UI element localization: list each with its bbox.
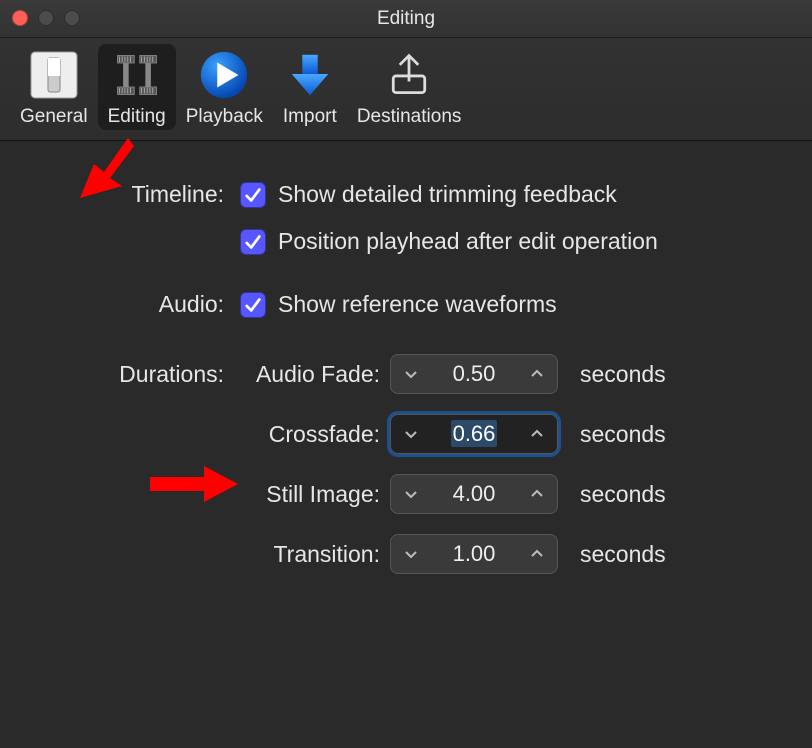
- stepper-increment[interactable]: [517, 535, 557, 573]
- titlebar: Editing: [0, 0, 812, 38]
- checkbox-position-playhead[interactable]: [240, 229, 266, 255]
- tab-destinations[interactable]: Destinations: [347, 44, 472, 130]
- tab-label: Destinations: [357, 106, 462, 128]
- duration-still-image-row: Still Image: 4.00 seconds: [30, 474, 782, 514]
- transition-label: Transition:: [240, 541, 390, 568]
- crossfade-label: Crossfade:: [240, 421, 390, 448]
- audio-label: Audio:: [30, 291, 240, 318]
- tab-editing[interactable]: Editing: [98, 44, 176, 130]
- import-icon: [283, 48, 337, 102]
- stepper-value[interactable]: 4.00: [431, 481, 517, 507]
- editing-icon: [110, 48, 164, 102]
- stepper-decrement[interactable]: [391, 355, 431, 393]
- tab-label: Editing: [108, 106, 166, 128]
- still-image-stepper[interactable]: 4.00: [390, 474, 558, 514]
- tab-playback[interactable]: Playback: [176, 44, 273, 130]
- destinations-icon: [382, 48, 436, 102]
- unit-label: seconds: [580, 481, 666, 508]
- stepper-value[interactable]: 1.00: [431, 541, 517, 567]
- timeline-row-2: Position playhead after edit operation: [30, 228, 782, 255]
- timeline-row-1: Timeline: Show detailed trimming feedbac…: [30, 181, 782, 208]
- preferences-toolbar: General Editing: [0, 38, 812, 141]
- stepper-value[interactable]: 0.50: [431, 361, 517, 387]
- duration-transition-row: Transition: 1.00 seconds: [30, 534, 782, 574]
- tab-import[interactable]: Import: [273, 44, 347, 130]
- stepper-increment[interactable]: [517, 475, 557, 513]
- audio-fade-label: Audio Fade:: [240, 361, 390, 388]
- tab-label: Playback: [186, 106, 263, 128]
- checkbox-label: Show detailed trimming feedback: [278, 181, 617, 208]
- close-window-button[interactable]: [12, 10, 28, 26]
- crossfade-stepper[interactable]: 0.66: [390, 414, 558, 454]
- stepper-increment[interactable]: [517, 355, 557, 393]
- unit-label: seconds: [580, 361, 666, 388]
- stepper-increment[interactable]: [517, 415, 557, 453]
- minimize-window-button[interactable]: [38, 10, 54, 26]
- duration-crossfade-row: Crossfade: 0.66 seconds: [30, 414, 782, 454]
- still-image-label: Still Image:: [240, 481, 390, 508]
- stepper-decrement[interactable]: [391, 535, 431, 573]
- durations-label: Durations:: [30, 361, 240, 388]
- stepper-value[interactable]: 0.66: [431, 421, 517, 447]
- timeline-label: Timeline:: [30, 181, 240, 208]
- stepper-decrement[interactable]: [391, 415, 431, 453]
- playback-icon: [197, 48, 251, 102]
- duration-audio-fade-row: Durations: Audio Fade: 0.50 seconds: [30, 354, 782, 394]
- zoom-window-button[interactable]: [64, 10, 80, 26]
- window-controls: [12, 10, 80, 26]
- audio-row: Audio: Show reference waveforms: [30, 291, 782, 318]
- window-title: Editing: [377, 8, 435, 30]
- editing-preferences-pane: Timeline: Show detailed trimming feedbac…: [0, 141, 812, 624]
- general-icon: [27, 48, 81, 102]
- checkbox-label: Position playhead after edit operation: [278, 228, 658, 255]
- checkbox-detailed-trimming[interactable]: [240, 182, 266, 208]
- checkbox-reference-waveforms[interactable]: [240, 292, 266, 318]
- unit-label: seconds: [580, 541, 666, 568]
- audio-fade-stepper[interactable]: 0.50: [390, 354, 558, 394]
- checkbox-label: Show reference waveforms: [278, 291, 557, 318]
- stepper-decrement[interactable]: [391, 475, 431, 513]
- tab-general[interactable]: General: [10, 44, 98, 130]
- tab-label: General: [20, 106, 88, 128]
- tab-label: Import: [283, 106, 337, 128]
- transition-stepper[interactable]: 1.00: [390, 534, 558, 574]
- unit-label: seconds: [580, 421, 666, 448]
